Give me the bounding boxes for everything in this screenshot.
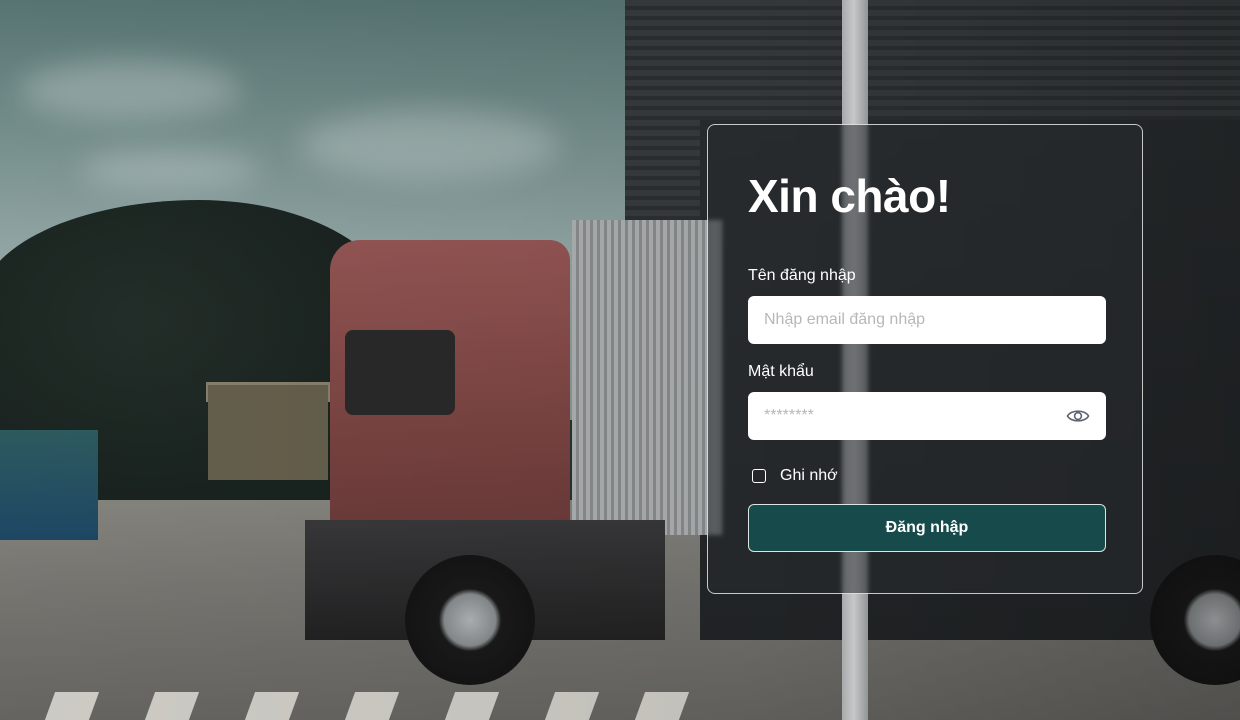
username-input[interactable] (748, 296, 1106, 344)
username-label: Tên đăng nhập (748, 267, 856, 284)
remember-me[interactable]: Ghi nhớ (752, 467, 838, 485)
login-card: Xin chào! Tên đăng nhập Mật khẩu Ghi nhớ… (707, 124, 1143, 594)
password-label: Mật khẩu (748, 363, 814, 380)
remember-checkbox[interactable] (752, 469, 766, 483)
login-button[interactable]: Đăng nhập (748, 504, 1106, 552)
username-field-container (748, 296, 1106, 344)
password-field-container (748, 392, 1106, 440)
login-page: Xin chào! Tên đăng nhập Mật khẩu Ghi nhớ… (0, 0, 1240, 720)
eye-icon[interactable] (1066, 405, 1090, 427)
remember-label: Ghi nhớ (780, 467, 838, 484)
page-title: Xin chào! (748, 170, 951, 222)
password-input[interactable] (748, 392, 1106, 440)
